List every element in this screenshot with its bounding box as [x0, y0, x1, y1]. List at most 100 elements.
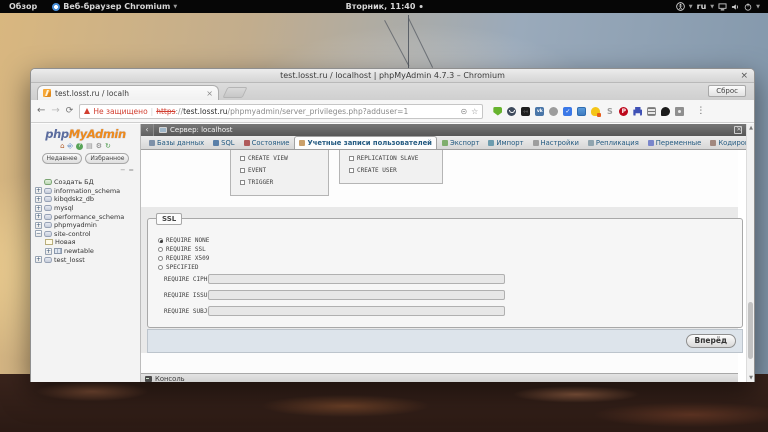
tab-databases[interactable]: Базы данных	[145, 137, 208, 149]
require-cipher-input[interactable]	[208, 274, 505, 284]
reset-button[interactable]: Сброс	[708, 85, 746, 97]
server-breadcrumb[interactable]: Сервер: localhost	[170, 126, 233, 134]
docs-icon[interactable]: ▤	[86, 143, 93, 150]
ssl-option-row[interactable]: SPECIFIED	[158, 264, 199, 271]
back-icon[interactable]: ←	[37, 106, 45, 116]
tree-item-database[interactable]: + performance_schema	[35, 212, 140, 221]
new-tab-button[interactable]	[222, 87, 248, 98]
tab-status[interactable]: Состояние	[240, 137, 294, 149]
tab-replication[interactable]: Репликация	[584, 137, 643, 149]
expand-icon[interactable]: +	[35, 213, 42, 221]
app-menu[interactable]: Веб-браузер Chromium ▼	[46, 2, 183, 11]
grid-extension-icon[interactable]	[647, 106, 657, 116]
specified-radio[interactable]	[158, 265, 163, 270]
window-close-button[interactable]: ×	[740, 70, 748, 82]
create-user-checkbox[interactable]	[349, 168, 354, 173]
browser-menu-icon[interactable]: ⋮	[696, 106, 705, 116]
reload-icon[interactable]: ⟳	[66, 106, 74, 116]
collapse-icon[interactable]: −	[35, 230, 42, 238]
ssl-option-row[interactable]: REQUIRE SSL	[158, 246, 206, 253]
replication-slave-checkbox[interactable]	[349, 156, 354, 161]
tree-item-database-expanded[interactable]: − site-control	[35, 230, 140, 239]
back-icon[interactable]: ‹	[141, 124, 154, 136]
tree-item-database[interactable]: + mysql	[35, 204, 140, 213]
console-bar[interactable]: Консоль	[141, 373, 738, 382]
trigger-checkbox[interactable]	[240, 180, 245, 185]
docs-extension-icon[interactable]	[577, 106, 587, 116]
vk-icon[interactable]: vk	[535, 106, 545, 116]
filter-icon[interactable]: =	[129, 166, 134, 174]
recent-tab[interactable]: Недавнее	[41, 153, 83, 164]
privilege-row[interactable]: TRIGGER	[240, 179, 328, 186]
tree-item-table[interactable]: + newtable	[35, 247, 140, 256]
tab-variables[interactable]: Переменные	[644, 137, 706, 149]
tree-item-database[interactable]: + information_schema	[35, 187, 140, 196]
gray-circle-extension-icon[interactable]	[549, 106, 559, 116]
expand-nav-icon[interactable]	[734, 126, 742, 134]
browser-tab[interactable]: test.losst.ru / localh ×	[37, 85, 219, 100]
logout-icon[interactable]: ⎆	[68, 143, 74, 150]
scroll-up-icon[interactable]: ▲	[747, 124, 755, 132]
require-x509-radio[interactable]	[158, 256, 163, 261]
pinterest-icon[interactable]: P	[619, 106, 629, 116]
tab-export[interactable]: Экспорт	[438, 137, 483, 149]
clock[interactable]: Вторник, 11:40	[346, 2, 423, 11]
tab-close-icon[interactable]: ×	[206, 89, 213, 98]
page-scrollbar[interactable]: ▲ ▼	[746, 124, 754, 382]
go-button[interactable]: Вперёд	[685, 334, 736, 348]
expand-icon[interactable]: +	[35, 221, 42, 229]
expand-icon[interactable]: +	[35, 195, 42, 203]
help-icon[interactable]: ?	[76, 143, 84, 150]
adblock-shield-icon[interactable]	[493, 106, 503, 116]
lightbulb-extension-icon[interactable]	[591, 106, 602, 117]
tree-item-new-database[interactable]: Создать БД	[35, 178, 140, 187]
privilege-row[interactable]: REPLICATION SLAVE	[349, 155, 442, 162]
system-status-area[interactable]: ▼ ru ▼ ▼	[675, 2, 768, 11]
check-square-extension-icon[interactable]: ✓	[563, 106, 573, 116]
creature-extension-icon[interactable]	[661, 106, 671, 116]
zoom-out-icon[interactable]: ⊝	[460, 107, 467, 116]
privilege-row[interactable]: EVENT	[240, 167, 328, 174]
window-titlebar[interactable]: test.losst.ru / localhost | phpMyAdmin 4…	[31, 69, 754, 83]
pixel-robot-extension-icon[interactable]	[633, 106, 643, 116]
ssl-option-row[interactable]: REQUIRE NONE	[158, 237, 209, 244]
pocket-icon[interactable]	[507, 106, 517, 116]
gear-icon[interactable]: ⚙	[96, 143, 102, 150]
tab-import[interactable]: Импорт	[484, 137, 527, 149]
require-issuer-input[interactable]	[208, 290, 505, 300]
expand-icon[interactable]: +	[45, 247, 52, 255]
require-none-radio[interactable]	[158, 238, 163, 243]
dark-square-extension-icon[interactable]	[521, 106, 531, 116]
require-ssl-radio[interactable]	[158, 247, 163, 252]
tree-item-database[interactable]: + kibqdskz_db	[35, 195, 140, 204]
scroll-down-icon[interactable]: ▼	[747, 374, 755, 382]
s-letter-extension-icon[interactable]: S	[605, 107, 614, 116]
bookmark-star-icon[interactable]: ☆	[471, 107, 478, 116]
address-bar[interactable]: Не защищено | https://test.losst.ru/phpm…	[79, 103, 484, 119]
home-icon[interactable]: ⌂	[60, 143, 64, 150]
tree-item-database[interactable]: + phpmyadmin	[35, 221, 140, 230]
tab-sql[interactable]: SQL	[209, 137, 238, 149]
tab-charsets[interactable]: Кодировки	[706, 137, 746, 149]
activities-button[interactable]: Обзор	[0, 2, 46, 11]
tab-settings[interactable]: Настройки	[529, 137, 583, 149]
collapse-all-icon[interactable]: −	[120, 166, 125, 174]
tree-item-database[interactable]: + test_losst	[35, 255, 140, 264]
tab-user-accounts[interactable]: Учетные записи пользователей	[294, 136, 437, 149]
privilege-row[interactable]: CREATE USER	[349, 167, 442, 174]
scrollbar-thumb[interactable]	[748, 302, 753, 359]
expand-icon[interactable]: +	[35, 204, 42, 212]
camera-extension-icon[interactable]	[675, 106, 685, 116]
security-label[interactable]: Не защищено	[93, 107, 147, 116]
expand-icon[interactable]: +	[35, 256, 42, 264]
tree-item-new-table[interactable]: Новая	[35, 238, 140, 247]
forward-icon[interactable]: →	[51, 106, 59, 116]
create-view-checkbox[interactable]	[240, 156, 245, 161]
refresh-icon[interactable]: ↻	[105, 143, 111, 150]
require-subject-input[interactable]	[208, 306, 505, 316]
expand-icon[interactable]: +	[35, 187, 42, 195]
favorites-tab[interactable]: Избранное	[85, 153, 130, 164]
event-checkbox[interactable]	[240, 168, 245, 173]
ssl-option-row[interactable]: REQUIRE X509	[158, 255, 209, 262]
privilege-row[interactable]: CREATE VIEW	[240, 155, 328, 162]
